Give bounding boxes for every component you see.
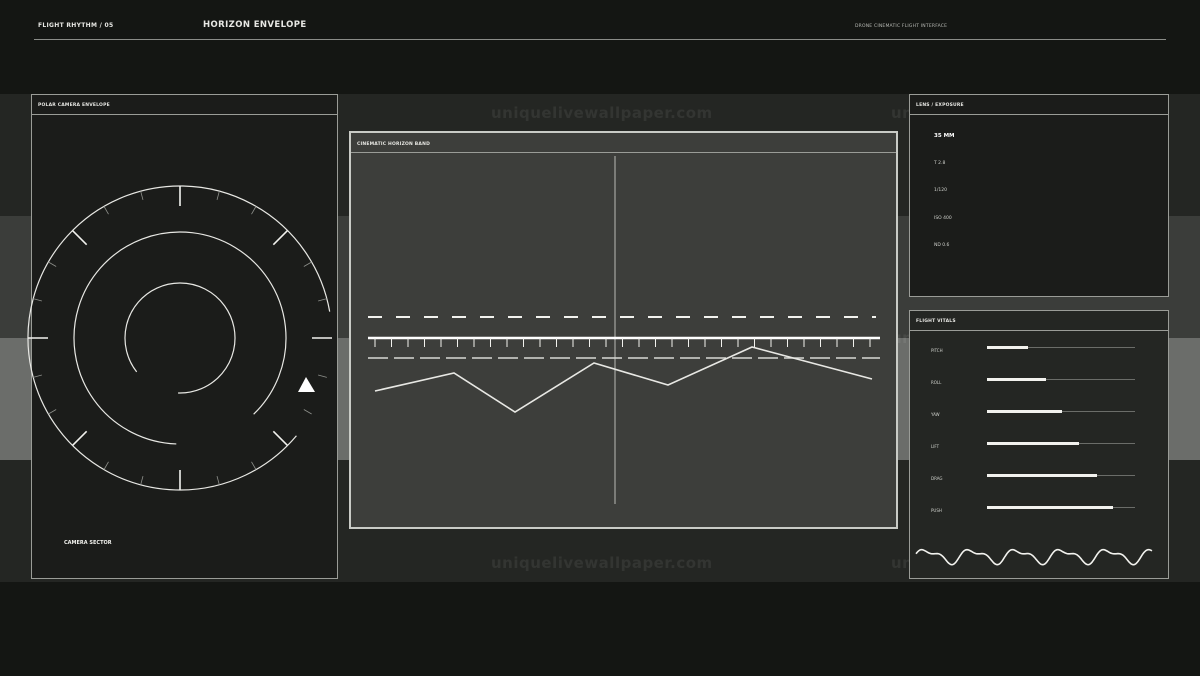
waveform-line — [915, 548, 1153, 566]
vitals-waveform — [915, 548, 1153, 566]
